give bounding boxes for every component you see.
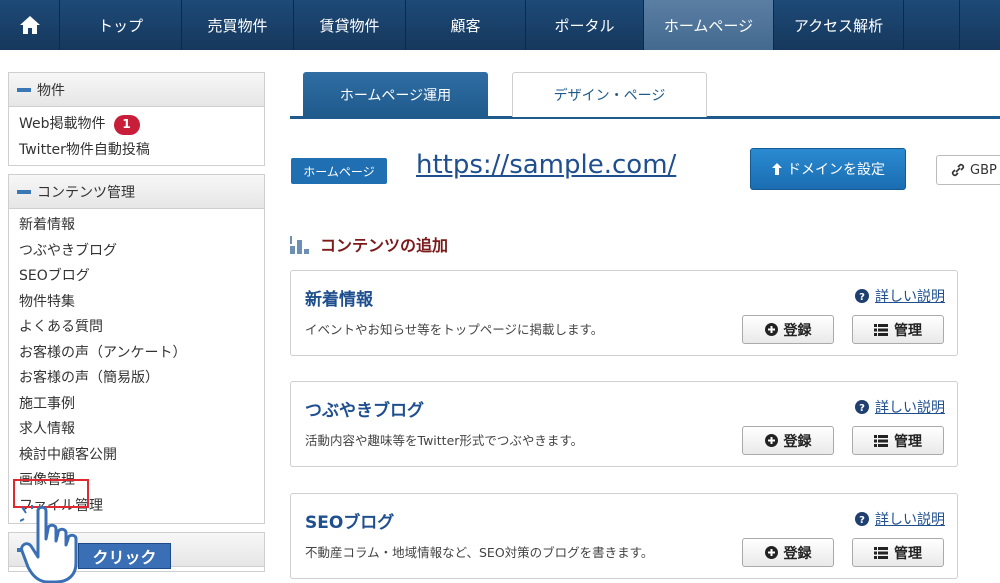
sidebar-section-contents: コンテンツ管理 新着情報 つぶやきブログ SEOブログ 物件特集 よくある質問 …: [8, 174, 265, 524]
svg-text:?: ?: [859, 292, 865, 303]
section-title: コンテンツの追加: [320, 236, 449, 255]
card-title: つぶやきブログ: [305, 401, 424, 421]
upload-icon: [772, 163, 782, 175]
sidebar-item-twitter-autopost[interactable]: Twitter物件自動投稿: [19, 138, 264, 164]
content-card-tweet-blog: つぶやきブログ ? 詳しい説明 活動内容や趣味等をTwitter形式でつぶやきま…: [290, 381, 958, 467]
card-description: 不動産コラム・地域情報など、SEO対策のブログを書きます。: [305, 545, 654, 560]
sidebar-item-faq[interactable]: よくある質問: [19, 315, 264, 341]
card-description: 活動内容や趣味等をTwitter形式でつぶやきます。: [305, 433, 584, 448]
register-button[interactable]: 登録: [742, 426, 834, 455]
manage-button[interactable]: 管理: [852, 538, 944, 567]
link-icon: [951, 163, 965, 177]
list-icon: [874, 323, 888, 336]
help-link-label: 詳しい説明: [875, 512, 945, 528]
sidebar-section-header[interactable]: 物件: [9, 73, 264, 107]
sidebar-item-seo-blog[interactable]: SEOブログ: [19, 264, 264, 290]
help-link-label: 詳しい説明: [875, 289, 945, 305]
register-button[interactable]: 登録: [742, 315, 834, 344]
main-tabs: ホームページ運用 デザイン・ページ: [290, 72, 1000, 119]
sidebar-section-title: 物件: [37, 82, 65, 99]
bar-chart-icon: [290, 236, 309, 254]
question-icon: ?: [855, 289, 869, 303]
sidebar-item-works[interactable]: 施工事例: [19, 392, 264, 418]
content-card-seo-blog: SEOブログ ? 詳しい説明 不動産コラム・地域情報など、SEO対策のブログを書…: [290, 493, 958, 579]
homepage-label-badge: ホームページ: [291, 158, 387, 184]
question-icon: ?: [855, 512, 869, 526]
section-heading: コンテンツの追加: [290, 232, 448, 256]
top-navigation: トップ 売買物件 賃貸物件 顧客 ポータル ホームページ アクセス解析: [0, 0, 1000, 50]
collapse-icon: [17, 87, 31, 92]
home-button[interactable]: [0, 0, 60, 50]
register-label: 登録: [783, 545, 812, 562]
nav-item-sale[interactable]: 売買物件: [182, 0, 294, 50]
gbp-label: GBP: [970, 162, 997, 178]
nav-item-rent[interactable]: 賃貸物件: [294, 0, 406, 50]
tab-homepage-operation[interactable]: ホームページ運用: [303, 72, 488, 117]
manage-label: 管理: [894, 545, 922, 562]
card-title: SEOブログ: [305, 513, 395, 533]
nav-item-overflow: [904, 0, 960, 50]
list-icon: [874, 434, 888, 447]
sidebar-item-prospect-public[interactable]: 検討中顧客公開: [19, 443, 264, 469]
content-card-news: 新着情報 ? 詳しい説明 イベントやお知らせ等をトップページに掲載します。 登録…: [290, 270, 958, 356]
manage-label: 管理: [894, 433, 922, 450]
svg-text:?: ?: [859, 403, 865, 414]
tab-design-page[interactable]: デザイン・ページ: [512, 72, 707, 117]
sidebar-item-label: Twitter物件自動投稿: [19, 141, 150, 158]
register-label: 登録: [783, 322, 812, 339]
svg-text:?: ?: [859, 515, 865, 526]
plus-circle-icon: [764, 323, 778, 336]
manage-label: 管理: [894, 322, 922, 339]
list-icon: [874, 546, 888, 559]
sidebar-item-voice-simple[interactable]: お客様の声（簡易版）: [19, 366, 264, 392]
nav-item-top[interactable]: トップ: [60, 0, 182, 50]
sidebar-item-web-listings[interactable]: Web掲載物件 1: [19, 112, 264, 138]
help-link-label: 詳しい説明: [875, 400, 945, 416]
question-icon: ?: [855, 400, 869, 414]
sidebar-section-title: コンテンツ管理: [37, 184, 135, 201]
card-title: 新着情報: [305, 290, 373, 310]
collapse-icon: [17, 189, 31, 194]
sidebar-item-jobs[interactable]: 求人情報: [19, 417, 264, 443]
nav-item-analytics[interactable]: アクセス解析: [774, 0, 904, 50]
sidebar-item-tweet-blog[interactable]: つぶやきブログ: [19, 239, 264, 265]
plus-circle-icon: [764, 546, 778, 559]
sidebar-item-news[interactable]: 新着情報: [19, 213, 264, 239]
manage-button[interactable]: 管理: [852, 426, 944, 455]
notification-badge: 1: [113, 114, 140, 135]
set-domain-button[interactable]: ドメインを設定: [750, 148, 906, 190]
click-annotation: クリック: [78, 543, 171, 569]
sidebar-section-property: 物件 Web掲載物件 1 Twitter物件自動投稿: [8, 72, 265, 166]
sidebar-item-voice-survey[interactable]: お客様の声（アンケート）: [19, 341, 264, 367]
register-button[interactable]: 登録: [742, 538, 834, 567]
home-icon: [19, 16, 40, 34]
nav-item-portal[interactable]: ポータル: [526, 0, 644, 50]
help-link[interactable]: ? 詳しい説明: [855, 397, 945, 417]
sidebar-section-header[interactable]: コンテンツ管理: [9, 175, 264, 209]
nav-item-customers[interactable]: 顧客: [406, 0, 526, 50]
manage-button[interactable]: 管理: [852, 315, 944, 344]
help-link[interactable]: ? 詳しい説明: [855, 509, 945, 529]
set-domain-label: ドメインを設定: [787, 162, 885, 178]
sidebar-item-label: Web掲載物件: [19, 116, 106, 132]
highlight-box: [13, 479, 89, 508]
help-link[interactable]: ? 詳しい説明: [855, 286, 945, 306]
plus-circle-icon: [764, 434, 778, 447]
nav-item-homepage[interactable]: ホームページ: [644, 0, 774, 50]
card-description: イベントやお知らせ等をトップページに掲載します。: [305, 322, 604, 337]
register-label: 登録: [783, 433, 812, 450]
sidebar-item-property-feature[interactable]: 物件特集: [19, 290, 264, 316]
gbp-button[interactable]: GBP: [936, 155, 1000, 185]
homepage-url-link[interactable]: https://sample.com/: [416, 150, 676, 180]
